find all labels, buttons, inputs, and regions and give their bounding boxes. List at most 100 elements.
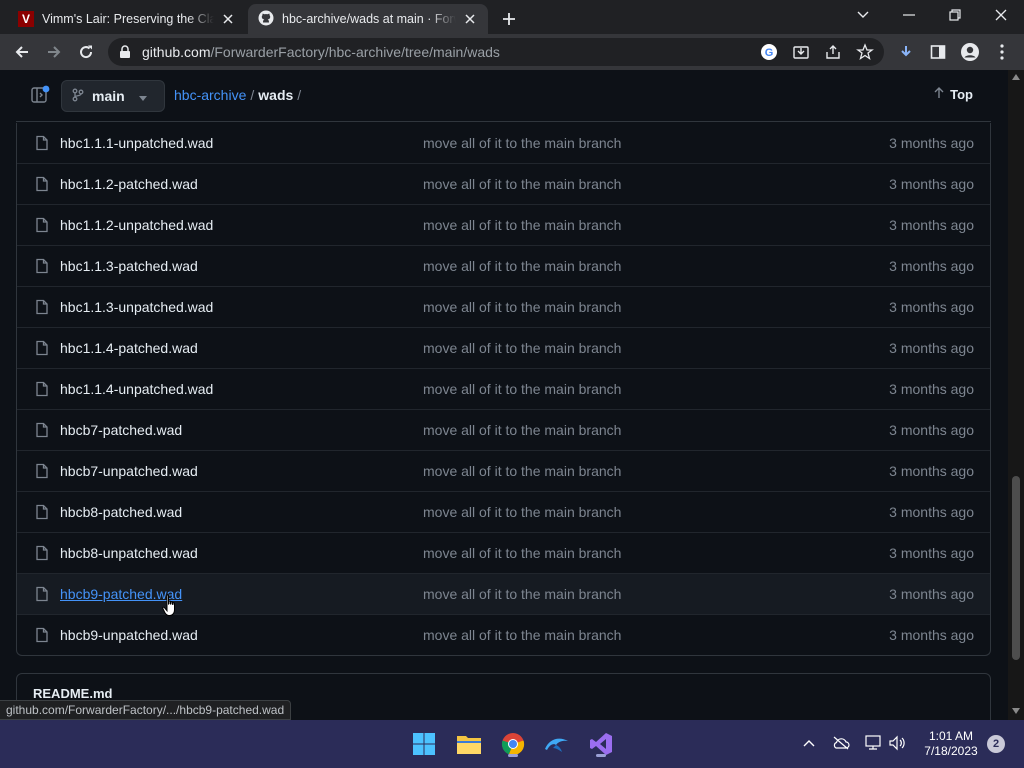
system-clock[interactable]: 1:01 AM 7/18/2023 [916, 729, 986, 759]
file-name-link[interactable]: hbc1.1.4-unpatched.wad [60, 381, 213, 397]
commit-date: 3 months ago [889, 258, 974, 274]
commit-message-link[interactable]: move all of it to the main branch [423, 381, 621, 397]
file-name-link[interactable]: hbcb9-unpatched.wad [60, 627, 198, 643]
file-row[interactable]: hbc1.1.2-patched.wad move all of it to th… [17, 163, 990, 204]
reload-button[interactable] [74, 40, 98, 64]
show-hidden-icons-chevron-icon[interactable] [798, 732, 820, 754]
file-row[interactable]: hbcb9-unpatched.wad move all of it to the… [17, 614, 990, 655]
svg-text:G: G [765, 47, 774, 59]
scroll-down-arrow-icon[interactable] [1012, 708, 1020, 714]
commit-message-link[interactable]: move all of it to the main branch [423, 545, 621, 561]
clock-date: 7/18/2023 [924, 744, 978, 758]
file-row[interactable]: hbc1.1.4-patched.wad move all of it to th… [17, 327, 990, 368]
close-tab-icon[interactable] [220, 11, 236, 27]
commit-date: 3 months ago [889, 586, 974, 602]
commit-message-link[interactable]: move all of it to the main branch [423, 176, 621, 192]
file-name-link[interactable]: hbcb8-patched.wad [60, 504, 182, 520]
file-name-link[interactable]: hbcb7-patched.wad [60, 422, 182, 438]
running-indicator [508, 754, 518, 757]
tab-github-wads[interactable]: hbc-archive/wads at main · ForwarderFact… [248, 4, 488, 34]
tab-vimms-lair[interactable]: V Vimm's Lair: Preserving the Classics [8, 4, 246, 34]
tab-title: hbc-archive/wads at main · ForwarderFact… [282, 12, 456, 26]
forward-button[interactable] [42, 40, 66, 64]
file-name-link[interactable]: hbc1.1.2-patched.wad [60, 176, 198, 192]
tab-search-chevron-icon[interactable] [840, 0, 886, 30]
minimize-button[interactable] [886, 0, 932, 30]
chrome-icon[interactable] [497, 728, 529, 760]
windows-start-icon[interactable] [408, 728, 440, 760]
file-icon [34, 422, 50, 438]
file-row[interactable]: hbcb8-patched.wad move all of it to the m… [17, 491, 990, 532]
commit-message-link[interactable]: move all of it to the main branch [423, 299, 621, 315]
file-icon [34, 463, 50, 479]
file-row[interactable]: hbc1.1.2-unpatched.wad move all of it to … [17, 204, 990, 245]
install-app-icon[interactable] [792, 43, 810, 66]
commit-message-link[interactable]: move all of it to the main branch [423, 135, 621, 151]
commit-date: 3 months ago [889, 381, 974, 397]
file-name-link[interactable]: hbc1.1.3-patched.wad [60, 258, 198, 274]
commit-message-link[interactable]: move all of it to the main branch [423, 586, 621, 602]
lock-icon[interactable] [119, 45, 131, 64]
file-row[interactable]: hbcb7-unpatched.wad move all of it to the… [17, 450, 990, 491]
commit-message-link[interactable]: move all of it to the main branch [423, 258, 621, 274]
commit-message-link[interactable]: move all of it to the main branch [423, 627, 621, 643]
file-icon [34, 135, 50, 151]
commit-message-link[interactable]: move all of it to the main branch [423, 340, 621, 356]
new-tab-button[interactable] [498, 8, 520, 30]
file-tree-toggle-icon[interactable] [30, 85, 52, 107]
file-icon [34, 258, 50, 274]
profile-avatar-icon[interactable] [958, 40, 982, 64]
scrollbar-thumb[interactable] [1012, 476, 1020, 660]
page-scrollbar[interactable] [1008, 70, 1024, 720]
share-icon[interactable] [824, 43, 842, 66]
readme-title[interactable]: README.md [33, 686, 112, 701]
file-icon [34, 545, 50, 561]
close-tab-icon[interactable] [462, 11, 478, 27]
commit-message-link[interactable]: move all of it to the main branch [423, 217, 621, 233]
commit-date: 3 months ago [889, 463, 974, 479]
file-name-link[interactable]: hbc1.1.3-unpatched.wad [60, 299, 213, 315]
restore-button[interactable] [932, 0, 978, 30]
file-name-link[interactable]: hbcb8-unpatched.wad [60, 545, 198, 561]
notification-badge[interactable]: 2 [987, 735, 1005, 753]
commit-message-link[interactable]: move all of it to the main branch [423, 463, 621, 479]
file-name-link[interactable]: hbc1.1.2-unpatched.wad [60, 217, 213, 233]
network-ethernet-icon[interactable] [862, 732, 884, 754]
address-bar[interactable]: github.com/ForwarderFactory/hbc-archive/… [108, 38, 884, 66]
commit-message-link[interactable]: move all of it to the main branch [423, 422, 621, 438]
file-row[interactable]: hbc1.1.4-unpatched.wad move all of it to … [17, 368, 990, 409]
file-name-link[interactable]: hbc1.1.1-unpatched.wad [60, 135, 213, 151]
file-explorer-icon[interactable] [453, 728, 485, 760]
file-row[interactable]: hbcb8-unpatched.wad move all of it to the… [17, 532, 990, 573]
downloads-icon[interactable] [894, 40, 918, 64]
volume-speaker-icon[interactable] [886, 732, 908, 754]
dolphin-emulator-icon[interactable] [541, 728, 573, 760]
menu-kebab-icon[interactable] [990, 40, 1014, 64]
side-panel-icon[interactable] [926, 40, 950, 64]
file-name-link[interactable]: hbc1.1.4-patched.wad [60, 340, 198, 356]
url-text: github.com/ForwarderFactory/hbc-archive/… [142, 44, 500, 60]
browser-toolbar: github.com/ForwarderFactory/hbc-archive/… [0, 34, 1024, 70]
bookmark-star-icon[interactable] [856, 43, 874, 66]
file-row[interactable]: hbc1.1.3-patched.wad move all of it to th… [17, 245, 990, 286]
file-icon [34, 504, 50, 520]
file-row[interactable]: hbc1.1.3-unpatched.wad move all of it to … [17, 286, 990, 327]
back-button[interactable] [10, 40, 34, 64]
visual-studio-icon[interactable] [585, 728, 617, 760]
file-row[interactable]: hbcb7-patched.wad move all of it to the m… [17, 409, 990, 450]
cloud-sync-icon[interactable] [830, 732, 852, 754]
scroll-up-arrow-icon[interactable] [1012, 74, 1020, 80]
github-favicon-icon [258, 10, 274, 29]
commit-date: 3 months ago [889, 627, 974, 643]
branch-selector-button[interactable]: main [61, 80, 165, 112]
breadcrumb-repo-link[interactable]: hbc-archive [174, 87, 246, 103]
breadcrumb-current-folder: wads [258, 87, 294, 103]
commit-date: 3 months ago [889, 135, 974, 151]
close-window-button[interactable] [978, 0, 1024, 30]
back-to-top-button[interactable]: Top [934, 87, 973, 102]
google-lens-icon[interactable]: G [760, 43, 778, 66]
arrow-up-icon [934, 87, 944, 102]
commit-message-link[interactable]: move all of it to the main branch [423, 504, 621, 520]
file-row[interactable]: hbc1.1.1-unpatched.wad move all of it to … [17, 123, 990, 163]
file-name-link[interactable]: hbcb7-unpatched.wad [60, 463, 198, 479]
